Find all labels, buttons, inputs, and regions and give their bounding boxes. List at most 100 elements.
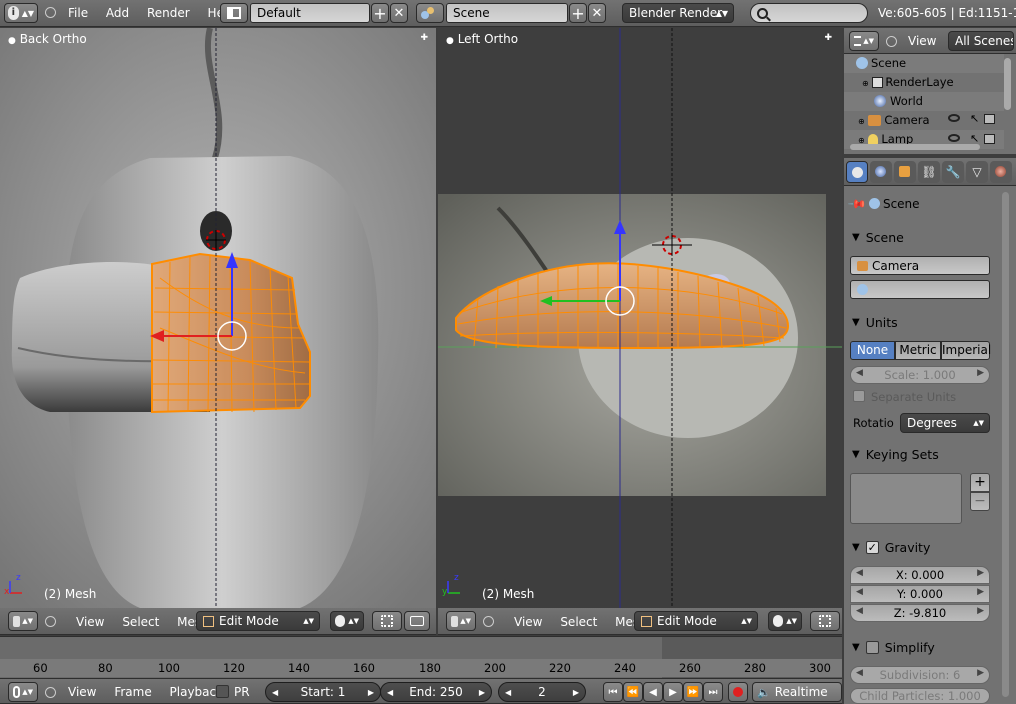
jump-keyframe-back-button[interactable]: ⏪ — [623, 682, 643, 702]
unit-metric-button[interactable]: Metric — [895, 341, 941, 360]
outliner-icon — [854, 36, 862, 46]
scene-camera-field[interactable]: Camera — [850, 256, 990, 275]
screen-layout-field[interactable]: Default — [250, 3, 370, 23]
menu-select[interactable]: Select — [560, 615, 597, 629]
gravity-x-field[interactable]: ◀ X: 0.000 ▶ — [850, 566, 990, 584]
child-particles-field[interactable]: Child Particles: 1.000 — [850, 688, 990, 704]
eye-icon[interactable] — [948, 134, 960, 142]
separate-units-checkbox[interactable] — [853, 390, 865, 402]
add-scene-button[interactable]: + — [569, 3, 587, 23]
editor-type-outliner-button[interactable]: ▲▼ — [849, 31, 879, 51]
preview-range-checkbox[interactable] — [216, 685, 229, 698]
mode-select[interactable]: Edit Mode ▲▼ — [634, 611, 758, 631]
menu-frame[interactable]: Frame — [114, 685, 151, 699]
search-field[interactable] — [750, 3, 868, 23]
unit-scale-field[interactable]: ◀ Scale: 1.000 ▶ — [850, 366, 990, 384]
pivot-select[interactable] — [372, 611, 402, 631]
start-frame-field[interactable]: ◀ Start: 1 ▶ — [265, 682, 381, 702]
menu-view[interactable]: View — [76, 615, 104, 629]
remove-scene-button[interactable]: ✕ — [588, 3, 606, 23]
pivot-select[interactable] — [810, 611, 840, 631]
outliner-view-menu[interactable]: View — [908, 34, 936, 48]
add-keying-set-button[interactable]: + — [970, 473, 990, 492]
jump-keyframe-forward-button[interactable]: ⏩ — [683, 682, 703, 702]
collapse-menu-icon[interactable] — [45, 7, 56, 18]
outliner-hscrollbar[interactable] — [850, 144, 980, 150]
tab-modifiers[interactable]: 🔧 — [942, 161, 964, 183]
record-button[interactable] — [728, 682, 748, 702]
sync-mode-select[interactable]: 🔈 Realtime — [752, 682, 842, 702]
shading-select[interactable]: ▲▼ — [330, 611, 364, 631]
remove-keying-set-button[interactable]: − — [970, 492, 990, 511]
outliner-vscrollbar[interactable] — [1004, 58, 1011, 110]
rotation-units-select[interactable]: Degrees ▲▼ — [900, 413, 990, 433]
manipulator-toggle[interactable] — [404, 611, 430, 631]
tab-world[interactable] — [870, 161, 892, 183]
menu-add[interactable]: Add — [106, 6, 129, 20]
panel-units-header[interactable]: ▼ Units — [846, 312, 996, 332]
subdivision-field[interactable]: ◀ Subdivision: 6 ▶ — [850, 666, 990, 684]
outliner-item-renderlayer[interactable]: ⊕ RenderLaye — [862, 75, 954, 89]
keying-sets-list[interactable] — [850, 473, 962, 524]
editor-type-3d-button[interactable]: ▲▼ — [446, 611, 476, 631]
editor-type-timeline-button[interactable]: ▲▼ — [8, 682, 38, 702]
tab-material[interactable] — [990, 161, 1012, 183]
menu-select[interactable]: Select — [122, 615, 159, 629]
panel-simplify-header[interactable]: ▼ Simplify — [846, 637, 996, 657]
gravity-checkbox[interactable]: ✓ — [865, 540, 879, 554]
viewport-expand-icon[interactable]: ✚ — [420, 33, 428, 43]
play-reverse-button[interactable]: ◀ — [643, 682, 663, 702]
svg-text:y: y — [442, 587, 448, 597]
menu-render[interactable]: Render — [147, 6, 190, 20]
render-engine-select[interactable]: Blender Render ▲▼ — [622, 3, 734, 23]
viewport-expand-icon[interactable]: ✚ — [824, 33, 832, 43]
panel-keying-header[interactable]: ▼ Keying Sets — [846, 444, 996, 464]
eye-icon[interactable] — [948, 114, 960, 122]
simplify-checkbox[interactable] — [865, 640, 879, 654]
panel-scene-header[interactable]: ▼ Scene — [846, 227, 996, 247]
gravity-z-field[interactable]: ◀ Z: -9.810 ▶ — [850, 604, 990, 622]
tab-constraints[interactable]: ⛓ — [918, 161, 940, 183]
menu-view[interactable]: View — [514, 615, 542, 629]
outliner-item-scene[interactable]: Scene — [856, 56, 906, 70]
tab-render[interactable] — [846, 161, 868, 183]
unit-none-button[interactable]: None — [850, 341, 895, 360]
collapse-menu-icon[interactable] — [483, 616, 494, 627]
render-camera-icon[interactable] — [984, 134, 995, 144]
menu-file[interactable]: File — [68, 6, 88, 20]
scene-name-field[interactable]: Scene — [446, 3, 568, 23]
viewport-back-ortho[interactable]: z x ● Back Ortho ✚ (2) Mesh — [0, 28, 436, 608]
outliner-item-world[interactable]: World — [874, 94, 923, 108]
remove-layout-button[interactable]: ✕ — [390, 3, 408, 23]
tab-data[interactable]: ▽ — [966, 161, 988, 183]
select-cursor-icon[interactable]: ↖ — [970, 112, 979, 125]
collapse-menu-icon[interactable] — [45, 616, 56, 627]
collapse-menu-icon[interactable] — [886, 36, 897, 47]
camera-label: Camera — [872, 258, 920, 273]
tab-object[interactable] — [894, 161, 916, 183]
render-camera-icon[interactable] — [984, 114, 995, 124]
screen-layout-button[interactable] — [220, 3, 248, 23]
play-button[interactable]: ▶ — [663, 682, 683, 702]
viewport-left-ortho[interactable]: z y ● Left Ortho ✚ (2) Mesh — [438, 28, 842, 608]
mode-select[interactable]: Edit Mode ▲▼ — [196, 611, 320, 631]
add-layout-button[interactable]: + — [371, 3, 389, 23]
editor-type-info-button[interactable]: i ▲▼ — [4, 3, 38, 23]
current-frame-field[interactable]: ◀ 2 ▶ — [498, 682, 586, 702]
scene-browse-button[interactable] — [416, 3, 444, 23]
scene-background-field[interactable] — [850, 280, 990, 299]
menu-view[interactable]: View — [68, 685, 96, 699]
unit-imperial-button[interactable]: Imperial — [941, 341, 991, 360]
jump-start-button[interactable]: ⏮ — [603, 682, 623, 702]
shading-select[interactable]: ▲▼ — [768, 611, 802, 631]
editor-type-3d-button[interactable]: ▲▼ — [8, 611, 38, 631]
collapse-menu-icon[interactable] — [45, 687, 56, 698]
gravity-y-field[interactable]: ◀ Y: 0.000 ▶ — [850, 585, 990, 603]
edit-mode-icon — [203, 615, 214, 627]
jump-end-button[interactable]: ⏭ — [703, 682, 723, 702]
end-frame-field[interactable]: ◀ End: 250 ▶ — [380, 682, 492, 702]
properties-scrollbar[interactable] — [1002, 192, 1009, 697]
outliner-filter-select[interactable]: All Scenes — [948, 31, 1014, 51]
outliner-item-camera[interactable]: ⊕ Camera — [858, 113, 930, 127]
panel-gravity-header[interactable]: ▼ ✓ Gravity — [846, 537, 996, 557]
